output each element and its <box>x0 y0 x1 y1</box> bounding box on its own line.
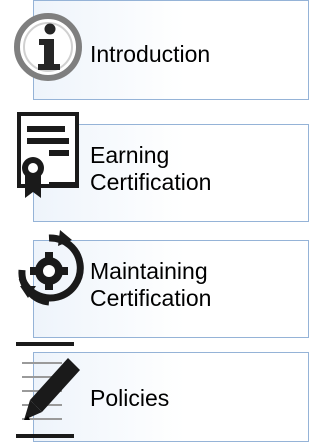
section-nav: Introduction Earning Certification Maint… <box>0 0 314 442</box>
nav-item-label: Earning Certification <box>90 142 212 195</box>
certificate-icon <box>15 110 81 202</box>
gear-cycle-icon <box>14 230 84 310</box>
pencil-document-icon <box>16 340 82 440</box>
info-icon <box>14 12 82 82</box>
nav-item-maintaining-certification[interactable]: Maintaining Certification <box>0 226 314 338</box>
nav-item-policies[interactable]: Policies <box>0 340 314 442</box>
nav-item-label: Introduction <box>90 41 211 67</box>
nav-item-label: Maintaining Certification <box>90 258 212 311</box>
nav-item-introduction[interactable]: Introduction <box>0 0 314 100</box>
nav-item-label: Policies <box>90 385 170 411</box>
nav-item-earning-certification[interactable]: Earning Certification <box>0 110 314 222</box>
